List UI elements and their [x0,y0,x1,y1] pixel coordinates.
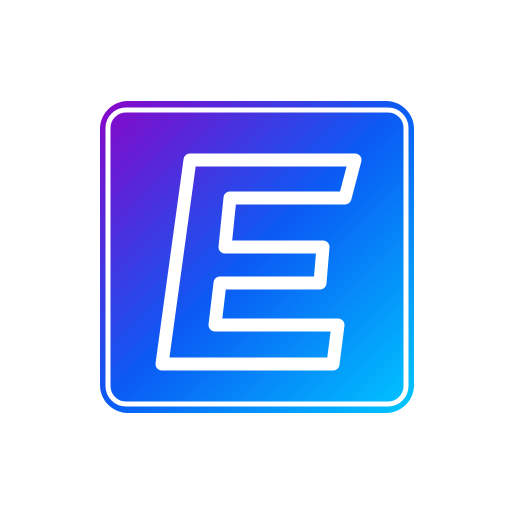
e-logo-icon [100,101,414,413]
app-icon-canvas [0,0,512,512]
